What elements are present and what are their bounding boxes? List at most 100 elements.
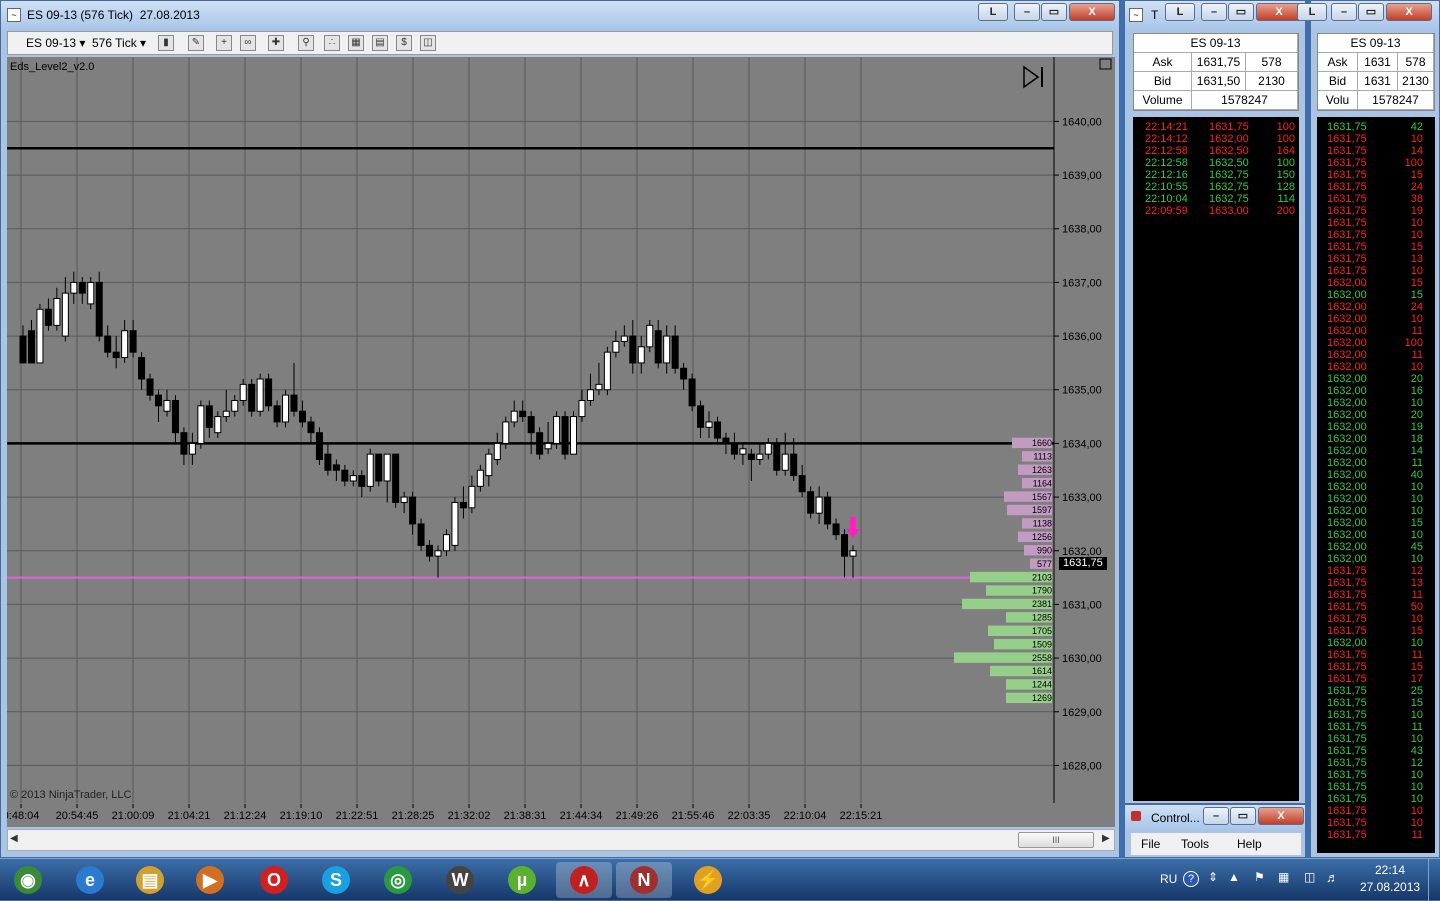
tray-icon-1[interactable]: ⇕ <box>1208 870 1218 884</box>
candle[interactable] <box>256 378 264 412</box>
candle[interactable] <box>705 421 713 428</box>
crosshair-icon[interactable]: ✚ <box>268 35 284 51</box>
candle[interactable] <box>510 410 518 423</box>
candle[interactable] <box>366 453 374 487</box>
candle[interactable] <box>773 442 781 471</box>
close-button[interactable]: X <box>1256 3 1302 21</box>
candle[interactable] <box>756 453 764 461</box>
candle[interactable] <box>383 453 391 482</box>
candle[interactable] <box>155 394 163 407</box>
candle[interactable] <box>163 399 171 412</box>
control-titlebar[interactable]: Control... – ▭ X <box>1125 805 1305 829</box>
candle[interactable] <box>697 405 705 428</box>
maximize-button[interactable]: ▭ <box>1228 3 1254 21</box>
time-and-sales-left[interactable]: 22:14:21 1631,75 100 22:14:12 1632,00 100 22:1… <box>1133 117 1299 801</box>
taskbar-explorer-button[interactable]: ▤ <box>122 862 178 898</box>
link-button[interactable]: L <box>1165 3 1195 21</box>
candle[interactable] <box>519 410 527 418</box>
add-indicator-icon[interactable]: + <box>216 35 232 51</box>
candle[interactable] <box>713 421 721 439</box>
candle[interactable] <box>265 378 273 407</box>
candle[interactable] <box>451 501 459 546</box>
minimize-button[interactable]: – <box>1203 807 1229 825</box>
taskbar-media-button[interactable]: ▶ <box>182 862 238 898</box>
candle[interactable] <box>790 453 798 477</box>
candle[interactable] <box>239 383 247 401</box>
candle[interactable] <box>553 416 561 444</box>
language-indicator[interactable]: RU <box>1160 872 1177 886</box>
taskbar-opera-button[interactable]: O <box>246 862 302 898</box>
taskbar-chrome-button[interactable]: ◎ <box>370 862 426 898</box>
candle[interactable] <box>832 523 840 536</box>
candle[interactable] <box>358 475 366 487</box>
candle[interactable] <box>392 453 400 503</box>
candle[interactable] <box>70 281 78 294</box>
candle[interactable] <box>815 496 823 514</box>
candle[interactable] <box>544 442 552 450</box>
candle[interactable] <box>764 442 772 455</box>
candle[interactable] <box>44 308 52 326</box>
drawing-tool-icon[interactable]: ✎ <box>188 35 204 51</box>
candle[interactable] <box>459 501 467 509</box>
taskbar-start-button[interactable]: ◉ <box>0 862 56 898</box>
candle[interactable] <box>121 330 129 359</box>
link-button[interactable]: L <box>1297 3 1327 21</box>
candle[interactable] <box>747 453 755 461</box>
interval-selector[interactable]: 576 Tick ▾ <box>92 36 146 50</box>
candle[interactable] <box>536 432 544 455</box>
link-button[interactable]: L <box>978 3 1008 21</box>
indicators-icon[interactable]: ∴ <box>324 35 340 51</box>
candle[interactable] <box>27 330 35 364</box>
candle[interactable] <box>578 399 586 418</box>
scroll-right-icon[interactable]: ▶ <box>1102 833 1110 844</box>
candle[interactable] <box>595 383 603 391</box>
flag-icon[interactable]: ⚑ <box>1254 870 1265 884</box>
taskbar-ninja2-button[interactable]: N <box>616 862 672 898</box>
candle[interactable] <box>442 534 450 552</box>
candle[interactable] <box>248 383 256 412</box>
candle[interactable] <box>409 496 417 525</box>
candle[interactable] <box>188 442 196 455</box>
clock[interactable]: 22:14 27.08.2013 <box>1360 863 1420 894</box>
candle[interactable] <box>307 421 315 434</box>
candle[interactable] <box>104 335 112 353</box>
chart-titlebar[interactable]: ~ ES 09-13 (576 Tick) 27.08.2013 L – ▭ X <box>1 1 1119 29</box>
minimize-button[interactable]: – <box>1331 3 1357 21</box>
maximize-button[interactable]: ▭ <box>1230 807 1256 825</box>
candle[interactable] <box>426 544 434 557</box>
candle[interactable] <box>671 335 679 369</box>
taskbar-skype-button[interactable]: S <box>308 862 364 898</box>
scroll-thumb[interactable]: III <box>1018 832 1094 848</box>
candle[interactable] <box>53 298 61 326</box>
bar-type-icon[interactable]: ▮ <box>158 35 174 51</box>
taskbar-ie-button[interactable]: e <box>62 862 118 898</box>
menu-file[interactable]: File <box>1141 837 1160 851</box>
candle[interactable] <box>476 469 484 487</box>
volume-icon[interactable]: ♬ <box>1326 870 1339 885</box>
candle[interactable] <box>739 448 747 455</box>
candle[interactable] <box>231 399 239 412</box>
tray-icon-2[interactable]: ▦ <box>1278 870 1289 884</box>
close-button[interactable]: X <box>1069 3 1115 21</box>
candle[interactable] <box>214 416 222 434</box>
candle[interactable] <box>349 475 357 482</box>
candle[interactable] <box>603 351 611 391</box>
network-icon[interactable]: ◫ <box>1304 870 1315 884</box>
show-hidden-icons[interactable]: ▲ <box>1228 870 1240 884</box>
candle[interactable] <box>78 281 86 294</box>
candle[interactable] <box>527 416 535 434</box>
candle[interactable] <box>781 453 789 471</box>
candle[interactable] <box>849 550 857 557</box>
candle[interactable] <box>87 281 95 305</box>
price-chart[interactable]: 1660 1113 1263 1164 1567 1597 1138 1256 990 577 21… <box>7 57 1115 827</box>
candle[interactable] <box>629 335 637 364</box>
candle[interactable] <box>730 442 738 455</box>
candle[interactable] <box>375 453 383 482</box>
candle[interactable] <box>400 496 408 503</box>
zoom-icon[interactable]: ⚲ <box>298 35 314 51</box>
candle[interactable] <box>95 281 103 337</box>
candle[interactable] <box>197 405 205 444</box>
minimize-button[interactable]: – <box>1014 3 1040 21</box>
candle[interactable] <box>205 405 213 428</box>
candle[interactable] <box>654 330 662 364</box>
